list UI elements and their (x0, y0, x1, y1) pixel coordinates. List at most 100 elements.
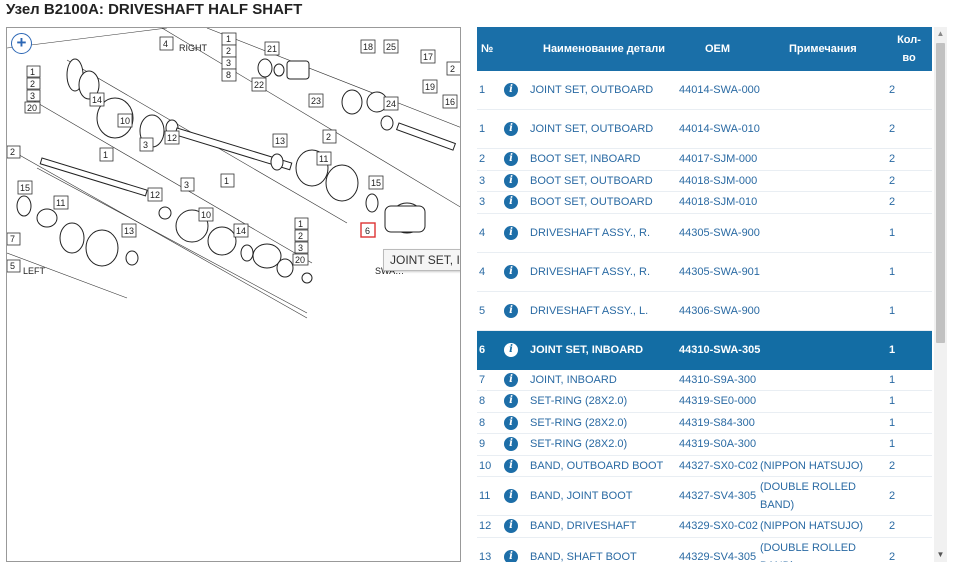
part-qty: 2 (888, 84, 896, 96)
info-icon[interactable]: i (504, 437, 518, 452)
table-row[interactable]: 8 i SET-RING (28X2.0) 44319-SE0-000 1 (477, 391, 932, 413)
info-icon-cell[interactable]: i (500, 456, 522, 477)
part-name[interactable]: JOINT SET, OUTBOARD (530, 71, 675, 109)
oem-number[interactable]: 44014-SWA-010 (679, 110, 761, 148)
table-row[interactable]: 1 i JOINT SET, OUTBOARD 44014-SWA-000 2 (477, 71, 932, 110)
table-row[interactable]: 9 i SET-RING (28X2.0) 44319-S0A-300 1 (477, 434, 932, 456)
part-name[interactable]: BOOT SET, OUTBOARD (530, 171, 675, 192)
part-name[interactable]: DRIVESHAFT ASSY., L. (530, 292, 675, 330)
table-row[interactable]: 1 i JOINT SET, OUTBOARD 44014-SWA-010 2 (477, 110, 932, 149)
table-row[interactable]: 8 i SET-RING (28X2.0) 44319-S84-300 1 (477, 413, 932, 434)
oem-number[interactable]: 44319-S0A-300 (679, 434, 761, 455)
table-row[interactable]: 2 i BOOT SET, INBOARD 44017-SJM-000 2 (477, 149, 932, 171)
header-qty[interactable]: Кол-во (892, 27, 926, 71)
table-scrollbar[interactable]: ▲ ▼ (934, 27, 947, 562)
info-icon-cell[interactable]: i (500, 434, 522, 455)
info-icon[interactable]: i (504, 519, 518, 534)
oem-number[interactable]: 44329-SX0-C02 (679, 516, 761, 537)
oem-number[interactable]: 44305-SWA-900 (679, 214, 761, 252)
info-icon[interactable]: i (504, 549, 518, 562)
part-name[interactable]: BAND, SHAFT BOOT (530, 538, 675, 563)
scroll-thumb[interactable] (936, 43, 945, 343)
info-icon-cell[interactable]: i (500, 214, 522, 252)
oem-number[interactable]: 44305-SWA-901 (679, 253, 761, 291)
table-row[interactable]: 11 i BAND, JOINT BOOT 44327-SV4-305 (DOUBLE … (477, 477, 932, 516)
info-icon-cell[interactable]: i (500, 413, 522, 434)
info-icon[interactable]: i (504, 458, 518, 473)
scroll-up-arrow-icon[interactable]: ▲ (934, 27, 947, 41)
info-icon[interactable]: i (504, 195, 518, 210)
part-name[interactable]: BAND, JOINT BOOT (530, 477, 675, 515)
oem-number[interactable]: 44327-SV4-305 (679, 477, 761, 515)
info-icon-cell[interactable]: i (500, 253, 522, 291)
oem-number[interactable]: 44319-S84-300 (679, 413, 761, 434)
info-icon[interactable]: i (504, 152, 518, 167)
part-name[interactable]: SET-RING (28X2.0) (530, 413, 675, 434)
info-icon[interactable]: i (504, 225, 518, 240)
header-name[interactable]: Наименование детали (543, 27, 673, 71)
info-icon-cell[interactable]: i (500, 370, 522, 391)
part-name[interactable]: DRIVESHAFT ASSY., R. (530, 214, 675, 252)
table-row[interactable]: 4 i DRIVESHAFT ASSY., R. 44305-SWA-901 1 (477, 253, 932, 292)
info-icon-cell[interactable]: i (500, 192, 522, 213)
header-no[interactable]: № (481, 27, 503, 71)
table-row[interactable]: 6 i JOINT SET, INBOARD 44310-SWA-305 1 (477, 330, 932, 370)
oem-number[interactable]: 44329-SV4-305 (679, 538, 761, 563)
oem-number[interactable]: 44327-SX0-C02 (679, 456, 761, 477)
oem-number[interactable]: 44017-SJM-000 (679, 149, 761, 170)
info-icon-cell[interactable]: i (500, 516, 522, 537)
info-icon-cell[interactable]: i (500, 149, 522, 170)
part-name[interactable]: DRIVESHAFT ASSY., R. (530, 253, 675, 291)
oem-number[interactable]: 44310-SWA-305 (679, 331, 761, 370)
info-icon-cell[interactable]: i (500, 331, 522, 370)
part-name[interactable]: BOOT SET, OUTBOARD (530, 192, 675, 213)
table-row[interactable]: 4 i DRIVESHAFT ASSY., R. 44305-SWA-900 1 (477, 214, 932, 253)
info-icon[interactable]: i (504, 173, 518, 188)
info-icon-cell[interactable]: i (500, 292, 522, 330)
header-oem[interactable]: OEM (705, 27, 745, 71)
oem-number[interactable]: 44306-SWA-900 (679, 292, 761, 330)
part-name[interactable]: BOOT SET, INBOARD (530, 149, 675, 170)
info-icon[interactable]: i (504, 264, 518, 279)
table-row[interactable]: 13 i BAND, SHAFT BOOT 44329-SV4-305 (DOUBLE … (477, 538, 932, 563)
table-row[interactable]: 3 i BOOT SET, OUTBOARD 44018-SJM-000 2 (477, 171, 932, 192)
zoom-in-button[interactable]: + (11, 33, 32, 54)
scroll-down-arrow-icon[interactable]: ▼ (934, 548, 947, 562)
part-name[interactable]: JOINT SET, INBOARD (530, 331, 675, 370)
part-name[interactable]: JOINT SET, OUTBOARD (530, 110, 675, 148)
svg-text:4: 4 (163, 39, 168, 49)
parts-diagram[interactable]: 4 RIGHT 1 2 3 8 21 22 18 25 17 2 19 23 2… (6, 27, 461, 562)
part-note: (DOUBLE ROLLED BAND) (760, 481, 856, 511)
info-icon[interactable]: i (504, 394, 518, 409)
table-row[interactable]: 7 i JOINT, INBOARD 44310-S9A-300 1 (477, 370, 932, 391)
oem-number[interactable]: 44310-S9A-300 (679, 370, 761, 391)
part-name[interactable]: BAND, OUTBOARD BOOT (530, 456, 675, 477)
header-note[interactable]: Примечания (789, 27, 869, 71)
part-name[interactable]: BAND, DRIVESHAFT (530, 516, 675, 537)
oem-number[interactable]: 44018-SJM-010 (679, 192, 761, 213)
table-row[interactable]: 3 i BOOT SET, OUTBOARD 44018-SJM-010 2 (477, 192, 932, 214)
info-icon[interactable]: i (504, 122, 518, 136)
table-row[interactable]: 5 i DRIVESHAFT ASSY., L. 44306-SWA-900 1 (477, 292, 932, 331)
info-icon-cell[interactable]: i (500, 538, 522, 562)
info-icon[interactable]: i (504, 372, 518, 387)
part-name[interactable]: SET-RING (28X2.0) (530, 391, 675, 412)
info-icon-cell[interactable]: i (500, 171, 522, 192)
part-name[interactable]: JOINT, INBOARD (530, 370, 675, 391)
info-icon-cell[interactable]: i (500, 391, 522, 412)
part-qty: 1 (888, 395, 896, 408)
part-name[interactable]: SET-RING (28X2.0) (530, 434, 675, 455)
info-icon-cell[interactable]: i (500, 110, 522, 148)
info-icon[interactable]: i (504, 343, 518, 357)
table-row[interactable]: 10 i BAND, OUTBOARD BOOT 44327-SX0-C02 (NIPP… (477, 456, 932, 477)
table-row[interactable]: 12 i BAND, DRIVESHAFT 44329-SX0-C02 (NIPPON … (477, 516, 932, 538)
info-icon-cell[interactable]: i (500, 477, 522, 515)
info-icon[interactable]: i (504, 415, 518, 430)
oem-number[interactable]: 44014-SWA-000 (679, 71, 761, 109)
info-icon[interactable]: i (504, 303, 518, 318)
oem-number[interactable]: 44319-SE0-000 (679, 391, 761, 412)
info-icon[interactable]: i (504, 83, 518, 97)
info-icon[interactable]: i (504, 489, 518, 503)
oem-number[interactable]: 44018-SJM-000 (679, 171, 761, 192)
info-icon-cell[interactable]: i (500, 71, 522, 109)
